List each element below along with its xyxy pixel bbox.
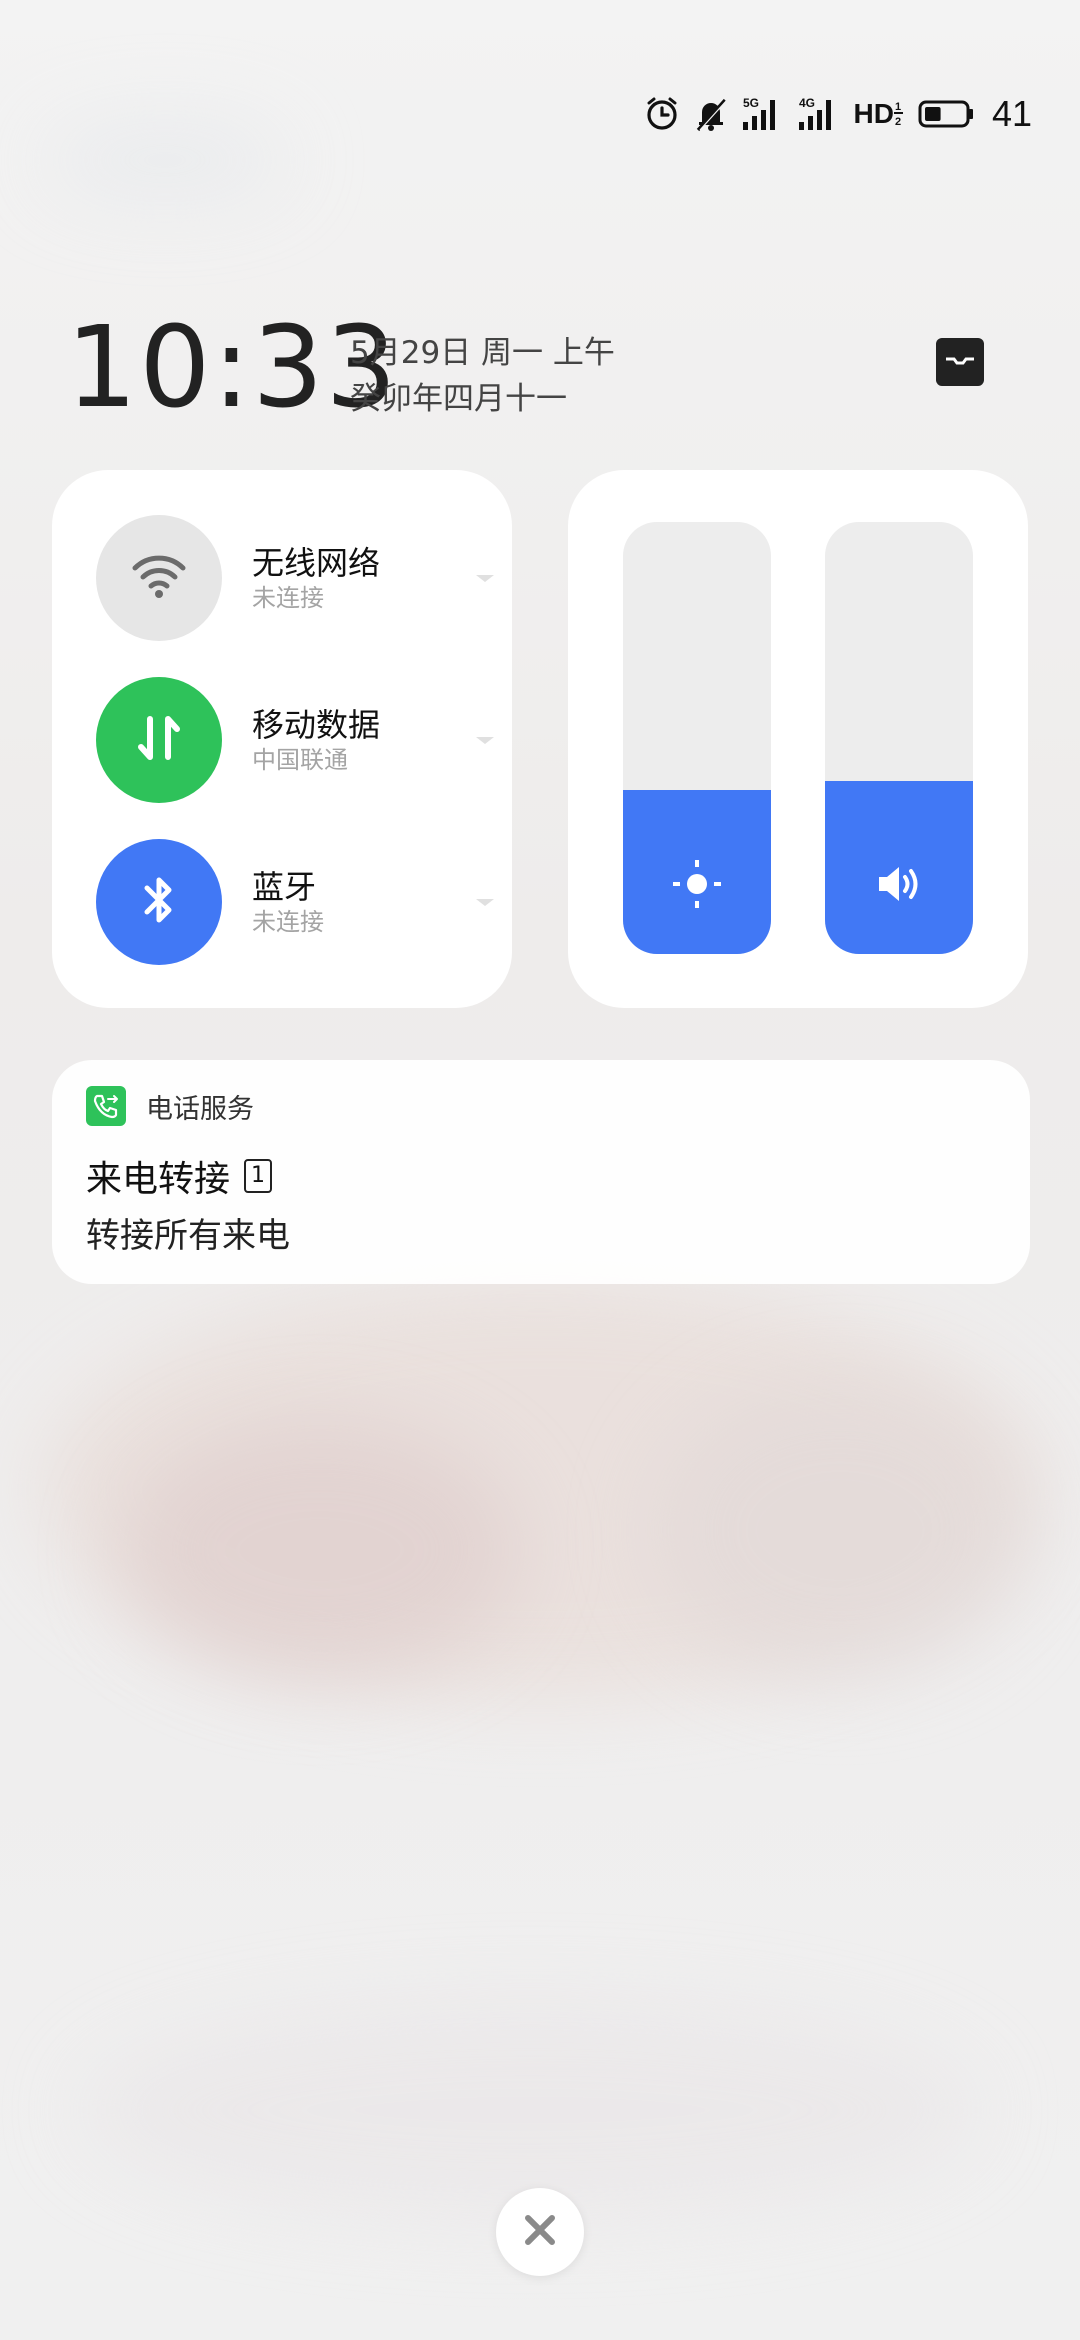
wifi-toggle-row[interactable]: 无线网络 未连接: [96, 514, 496, 642]
close-icon: [520, 2210, 560, 2254]
brightness-slider[interactable]: [623, 522, 771, 954]
sliders-card: [568, 470, 1028, 1008]
close-button[interactable]: [496, 2188, 584, 2276]
chevron-down-icon[interactable]: [474, 733, 496, 747]
notification-app-name: 电话服务: [146, 1093, 254, 1125]
svg-text:5G: 5G: [743, 96, 759, 110]
clock-time: 10:33: [66, 303, 399, 433]
background-blur: [120, 1420, 520, 1680]
background-blur: [80, 2000, 980, 2220]
volume-slider[interactable]: [825, 522, 973, 954]
svg-text:4G: 4G: [799, 96, 815, 110]
bluetooth-icon: [139, 872, 179, 932]
bluetooth-toggle-button[interactable]: [96, 839, 222, 965]
mobile-data-title: 移动数据: [252, 706, 381, 744]
mobile-data-toggle-row[interactable]: 移动数据 中国联通: [96, 676, 496, 804]
bluetooth-toggle-row[interactable]: 蓝牙 未连接: [96, 838, 496, 966]
data-transfer-icon: [134, 713, 184, 767]
sim-badge-label: 1: [251, 1163, 266, 1188]
notification-inbox-button[interactable]: [936, 338, 984, 386]
alarm-icon: [644, 96, 680, 132]
mobile-data-carrier: 中国联通: [252, 746, 348, 774]
sim-card-icon: 1: [244, 1159, 273, 1193]
inbox-icon: [943, 345, 977, 379]
mobile-data-toggle-button[interactable]: [96, 677, 222, 803]
mute-icon: [694, 96, 728, 132]
battery-icon: [918, 99, 974, 129]
bluetooth-title: 蓝牙: [252, 868, 317, 906]
svg-text:1: 1: [895, 101, 901, 113]
background-blur: [40, 120, 290, 200]
wifi-status: 未连接: [252, 584, 324, 612]
call-forwarding-notification[interactable]: 电话服务 来电转接 1 转接所有来电: [52, 1060, 1030, 1284]
date-label: 5月29日 周一 上午: [350, 335, 615, 371]
wifi-icon: [131, 552, 187, 604]
status-bar: 5G 4G HD 12 41: [644, 92, 1032, 136]
connectivity-card: 无线网络 未连接 移动数据 中国联通 蓝牙 未连接: [52, 470, 512, 1008]
wifi-toggle-button[interactable]: [96, 515, 222, 641]
phone-forward-icon: [86, 1086, 126, 1126]
brightness-icon: [671, 858, 723, 914]
notification-body: 转接所有来电: [86, 1216, 290, 1256]
signal-4g-icon: 4G: [798, 96, 840, 132]
lunar-date-label: 癸卯年四月十一: [350, 381, 567, 417]
chevron-down-icon[interactable]: [474, 571, 496, 585]
notification-title: 来电转接: [86, 1159, 231, 1200]
signal-5g-icon: 5G: [742, 96, 784, 132]
bluetooth-status: 未连接: [252, 908, 324, 936]
svg-text:2: 2: [895, 116, 901, 128]
chevron-down-icon[interactable]: [474, 895, 496, 909]
volume-icon: [873, 858, 925, 914]
wifi-title: 无线网络: [252, 544, 381, 582]
date-block: 5月29日 周一 上午 癸卯年四月十一: [350, 330, 615, 422]
battery-percent: 41: [991, 93, 1032, 134]
background-blur: [650, 1380, 1030, 1680]
hd-icon: HD 12: [853, 98, 903, 129]
